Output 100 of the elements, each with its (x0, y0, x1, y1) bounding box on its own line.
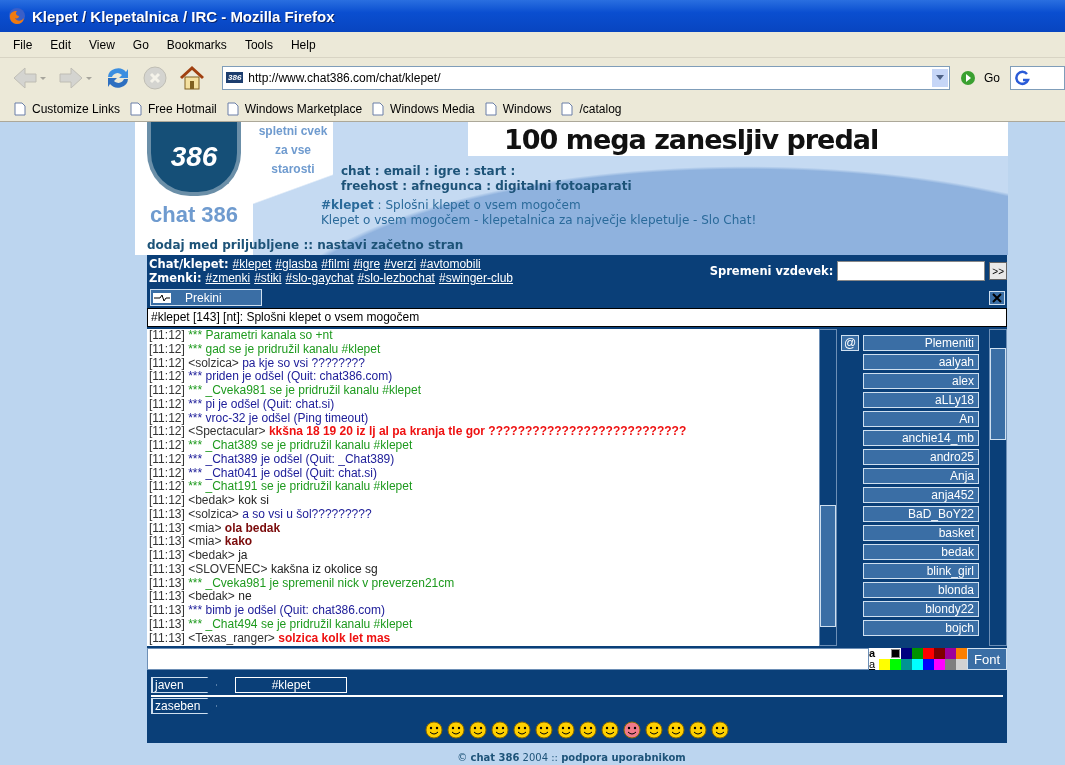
menu-item[interactable]: Tools (237, 35, 280, 54)
chat-message: [11:12] *** _Chat041 je odšel (Quit: chat.si) (149, 466, 377, 481)
chat-message: [11:12] *** pi je odšel (Quit: chat.si) (149, 397, 335, 412)
smiley-icon[interactable] (667, 721, 685, 739)
site-favicon: 386 (226, 72, 244, 84)
bookmark-link[interactable]: Customize Links (32, 102, 121, 117)
channel-tab[interactable]: #klepet (235, 677, 347, 693)
color-swatch[interactable] (912, 648, 923, 659)
nick-item[interactable]: basket (863, 525, 979, 541)
color-swatch[interactable] (912, 659, 923, 670)
color-swatch[interactable] (901, 648, 912, 659)
smiley-icon[interactable] (601, 721, 619, 739)
nick-item[interactable]: bojch (863, 620, 979, 636)
nick-item[interactable]: andro25 (863, 449, 979, 465)
color-swatch[interactable] (956, 648, 967, 659)
search-field[interactable] (1010, 65, 1065, 90)
smiley-icon[interactable] (513, 721, 531, 739)
color-swatch[interactable] (945, 659, 956, 670)
channel-link[interactable]: #avtomobili (420, 257, 481, 271)
nick-field[interactable] (837, 261, 986, 281)
page-icon (561, 102, 574, 117)
scrollbar[interactable] (819, 329, 837, 646)
channel-link[interactable]: #zmenki (205, 271, 251, 285)
bookmark-link[interactable]: Windows Media (390, 102, 475, 117)
nick-item[interactable]: anja452 (863, 487, 979, 503)
menu-item[interactable]: View (82, 35, 122, 54)
smiley-icon[interactable] (689, 721, 707, 739)
color-swatch[interactable] (879, 659, 890, 670)
bookmark-links[interactable]: dodaj med priljubljene :: nastavi začetno stran (147, 238, 1008, 252)
nick-item[interactable]: BaD_BoY22 (863, 506, 979, 522)
menu-item[interactable]: Go (125, 35, 156, 54)
message-input[interactable] (147, 648, 869, 670)
dropdown-button[interactable] (932, 68, 948, 87)
smiley-icon[interactable] (645, 721, 663, 739)
channel-link[interactable]: #stiki (254, 271, 282, 285)
bookmark-link[interactable]: Windows Marketplace (244, 102, 363, 117)
smiley-icon[interactable] (557, 721, 575, 739)
color-swatch[interactable] (934, 648, 945, 659)
nick-item[interactable]: bedak (863, 544, 979, 560)
disconnect-button[interactable]: Prekini (150, 289, 262, 306)
smiley-icon[interactable] (491, 721, 509, 739)
site-links[interactable]: freehost : afnegunca : digitalni fotoaparati (341, 179, 1008, 194)
smiley-icon[interactable] (535, 721, 553, 739)
nick-item[interactable]: Anja (863, 468, 979, 484)
color-swatch[interactable] (956, 659, 967, 670)
channel-link[interactable]: #slo-lezbochat (357, 271, 435, 285)
channel-link[interactable]: #filmi (321, 257, 350, 271)
smiley-icon[interactable] (711, 721, 729, 739)
smiley-icon[interactable] (623, 721, 641, 739)
menu-item[interactable]: File (6, 35, 40, 54)
submit-button[interactable]: >> (989, 262, 1007, 280)
nick-item[interactable]: An (863, 411, 979, 427)
bookmark-link[interactable]: /catalog (579, 102, 622, 117)
color-swatch[interactable] (934, 659, 945, 670)
site-links[interactable]: chat : email : igre : start : (341, 164, 1008, 179)
color-swatch[interactable] (879, 648, 890, 659)
chat-message: [11:12] <Spectacular> kkšna 18 19 20 iz lj al pa kranja tle gor ??????????????????????????? (149, 425, 688, 439)
color-swatch[interactable] (890, 648, 901, 659)
close-button[interactable] (989, 290, 1005, 305)
style-sample[interactable]: a (869, 659, 879, 670)
color-swatch[interactable] (923, 648, 934, 659)
menu-item[interactable]: Help (283, 35, 323, 54)
nick-item[interactable]: blink_girl (863, 563, 979, 579)
smiley-icon[interactable] (425, 721, 443, 739)
nick-item[interactable]: anchie14_mb (863, 430, 979, 446)
ad-banner[interactable]: 100 mega zanesljiv predal (468, 122, 1008, 156)
nick-item[interactable]: alex (863, 373, 979, 389)
smiley-icon[interactable] (447, 721, 465, 739)
menu-item[interactable]: Bookmarks (159, 35, 234, 54)
channel-link[interactable]: #swinger-club (438, 271, 513, 285)
bookmark-link[interactable]: Free Hotmail (148, 102, 217, 117)
channel-link[interactable]: #klepet (232, 257, 272, 271)
channel-link[interactable]: #glasba (275, 257, 318, 271)
color-swatch[interactable] (923, 659, 934, 670)
nick-item[interactable]: blonda (863, 582, 979, 598)
channel-link[interactable]: #igre (353, 257, 381, 271)
nick-item[interactable]: aalyah (863, 354, 979, 370)
tab[interactable]: javen (151, 677, 217, 693)
color-swatch[interactable] (945, 648, 956, 659)
tab[interactable]: zaseben (151, 698, 217, 714)
smiley-icon[interactable] (469, 721, 487, 739)
chat-message: [11:12] *** _Chat191 se je pridružil kanalu #klepet (149, 480, 414, 494)
channel-link[interactable]: #slo-gaychat (285, 271, 354, 285)
channel-link[interactable]: #verzi (384, 257, 417, 271)
style-sample[interactable]: a (869, 648, 879, 659)
bookmark-link[interactable]: Windows (502, 102, 552, 117)
scrollbar[interactable] (989, 329, 1007, 646)
chat-message: [11:13] <mia> kako (149, 535, 254, 549)
nick-item[interactable]: Plemeniti (863, 335, 979, 351)
page-icon (14, 102, 26, 117)
go-button[interactable]: Go (984, 70, 1000, 85)
color-swatch[interactable] (901, 659, 912, 670)
smiley-icon[interactable] (579, 721, 597, 739)
color-swatch[interactable] (890, 659, 901, 670)
font-button[interactable]: Font (967, 648, 1007, 670)
caret-icon (936, 75, 944, 81)
menu-item[interactable]: Edit (43, 35, 79, 54)
nick-item[interactable]: blondy22 (863, 601, 979, 617)
nick-item[interactable]: aLLy18 (863, 392, 979, 408)
address-field[interactable]: 386 http://www.chat386.com/chat/klepet/ (222, 65, 950, 90)
